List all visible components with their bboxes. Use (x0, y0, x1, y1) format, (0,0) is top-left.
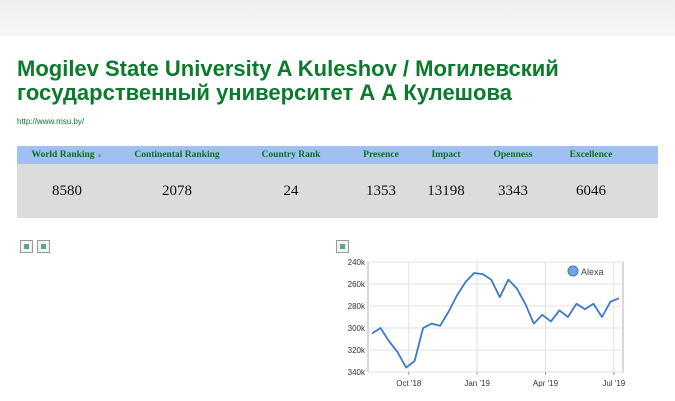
broken-image-icon (20, 240, 33, 253)
y-tick-label: 280k (348, 302, 366, 311)
x-tick-label: Oct '18 (396, 379, 422, 388)
y-tick-label: 260k (348, 280, 366, 289)
world-ranking-value: 8580 (52, 182, 82, 199)
presence-value: 1353 (366, 182, 396, 199)
openness-header[interactable]: Openness (475, 150, 551, 160)
alexa-rank-chart: 240k 260k 280k 300k 320k 340k Oct '18 Jan '19 Ap… (335, 256, 631, 396)
presence-header[interactable]: Presence (345, 150, 417, 160)
sort-arrow-icon[interactable]: ▲ (97, 153, 103, 159)
y-tick-label: 340k (348, 368, 366, 377)
impact-header[interactable]: Impact (417, 150, 475, 160)
country-rank-value: 24 (283, 182, 299, 199)
y-tick-label: 320k (348, 346, 366, 355)
openness-value: 3343 (498, 182, 528, 199)
ranking-table-header: World Ranking ▲ Continental Ranking Count… (17, 146, 658, 164)
x-tick-label: Jan '19 (464, 379, 490, 388)
chart-plot-area (367, 261, 624, 373)
world-ranking-header[interactable]: World Ranking ▲ (17, 150, 117, 160)
top-banner (0, 0, 675, 36)
ranking-table: World Ranking ▲ Continental Ranking Count… (17, 146, 658, 226)
excellence-header[interactable]: Excellence (551, 150, 631, 160)
x-tick-label: Apr '19 (533, 379, 559, 388)
ranking-table-row: 8580 2078 24 1353 13198 3343 6046 (17, 164, 658, 218)
university-url-link[interactable]: http://www.msu.by/ (17, 117, 84, 126)
y-tick-label: 240k (348, 258, 366, 267)
broken-image-icon (336, 240, 349, 253)
alexa-chart-svg: 240k 260k 280k 300k 320k 340k Oct '18 Jan '19 Ap… (348, 258, 626, 388)
alexa-logo-icon (567, 265, 579, 277)
broken-image-icon (37, 240, 50, 253)
page-title: Mogilev State University A Kuleshov / Мо… (17, 56, 559, 105)
x-tick-label: Jul '19 (602, 379, 625, 388)
continental-ranking-header[interactable]: Continental Ranking (117, 150, 237, 160)
country-rank-header[interactable]: Country Rank (237, 150, 345, 160)
chart-legend-label: Alexa (581, 267, 604, 277)
impact-value: 13198 (427, 182, 465, 199)
continental-ranking-value: 2078 (162, 182, 192, 199)
y-tick-label: 300k (348, 324, 366, 333)
excellence-value: 6046 (576, 182, 606, 199)
